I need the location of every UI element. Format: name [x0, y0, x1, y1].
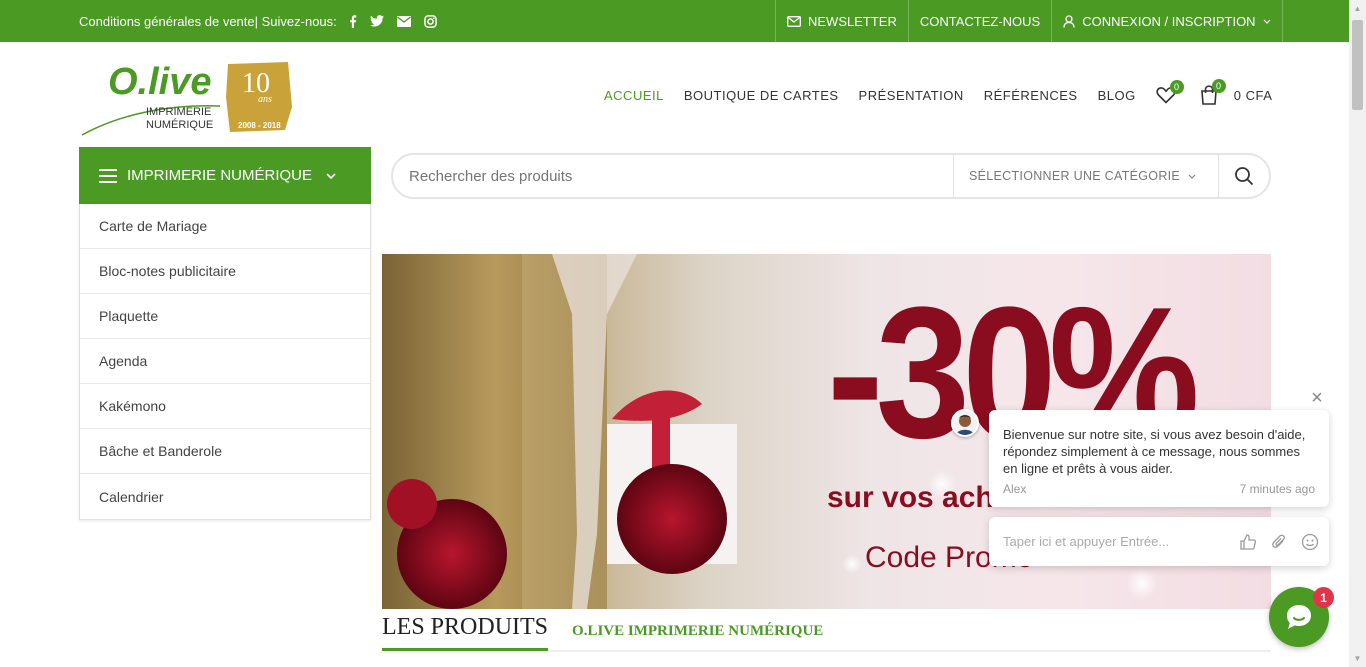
envelope-icon[interactable]	[396, 15, 411, 27]
site-logo[interactable]: O.live IMPRIMERIE NUMÉRIQUE 10 ans 2008 …	[80, 52, 295, 138]
wishlist-count-badge: 0	[1169, 80, 1184, 94]
social-links	[349, 14, 437, 28]
nav-blog[interactable]: BLOG	[1098, 88, 1136, 103]
chat-message-text: Bienvenue sur notre site, si vous avez b…	[1003, 427, 1306, 476]
olive-logo-icon: O.live IMPRIMERIE NUMÉRIQUE 10 ans 2008 …	[81, 61, 292, 136]
nav-references[interactable]: RÉFÉRENCES	[984, 88, 1078, 103]
contact-link[interactable]: CONTACTEZ-NOUS	[907, 0, 1051, 42]
chat-input-bar[interactable]: Taper ici et appuyer Entrée...	[989, 517, 1329, 566]
chat-agent-name: Alex	[1003, 482, 1027, 496]
envelope-outline-icon	[787, 15, 801, 27]
category-item[interactable]: Carte de Mariage	[80, 204, 370, 249]
chevron-down-icon	[326, 172, 336, 179]
chat-unread-badge: 1	[1313, 587, 1334, 608]
search-icon	[1235, 167, 1254, 186]
newsletter-label: NEWSLETTER	[808, 13, 897, 29]
facebook-icon[interactable]	[349, 14, 357, 28]
chat-agent-avatar	[951, 409, 979, 437]
category-item[interactable]: Bâche et Banderole	[80, 429, 370, 474]
tab-olive-imprimerie[interactable]: O.LIVE IMPRIMERIE NUMÉRIQUE	[572, 623, 823, 640]
scroll-down-arrow-icon[interactable]: ▼	[1349, 650, 1366, 667]
category-select[interactable]: SÉLECTIONNER UNE CATÉGORIE	[953, 155, 1218, 197]
cart-count-badge: 0	[1211, 79, 1226, 93]
hamburger-icon	[99, 168, 117, 183]
top-bar-right: NEWSLETTER CONTACTEZ-NOUS CONNEXION / IN…	[775, 0, 1283, 42]
search-bar: SÉLECTIONNER UNE CATÉGORIE	[391, 153, 1271, 199]
login-label: CONNEXION / INSCRIPTION	[1082, 13, 1256, 29]
category-select-label: SÉLECTIONNER UNE CATÉGORIE	[969, 169, 1181, 183]
top-bar: Conditions générales de vente| Suivez-no…	[0, 0, 1366, 42]
chat-bubble-icon	[1287, 605, 1311, 629]
tab-les-produits[interactable]: LES PRODUITS	[382, 611, 549, 651]
category-item[interactable]: Kakémono	[80, 384, 370, 429]
category-list: Carte de Mariage Bloc-notes publicitaire…	[79, 204, 371, 520]
page-scrollbar[interactable]: ▲ ▼	[1349, 0, 1366, 667]
category-item[interactable]: Agenda	[80, 339, 370, 384]
chat-input-placeholder[interactable]: Taper ici et appuyer Entrée...	[1003, 534, 1236, 549]
paperclip-icon[interactable]	[1267, 530, 1291, 554]
svg-text:IMPRIMERIE: IMPRIMERIE	[146, 106, 211, 118]
login-link[interactable]: CONNEXION / INSCRIPTION	[1051, 0, 1283, 42]
search-input[interactable]	[393, 155, 953, 197]
category-item[interactable]: Calendrier	[80, 474, 370, 519]
svg-text:2008 - 2018: 2008 - 2018	[238, 121, 281, 130]
newsletter-link[interactable]: NEWSLETTER	[775, 0, 908, 42]
svg-text:ans: ans	[258, 94, 272, 105]
chat-close-icon[interactable]: ×	[1308, 388, 1326, 408]
svg-text:O.live: O.live	[108, 61, 212, 103]
chat-message-meta: Alex 7 minutes ago	[1003, 482, 1315, 496]
cart-total[interactable]: 0 CFA	[1234, 88, 1273, 103]
contact-label: CONTACTEZ-NOUS	[919, 13, 1041, 29]
instagram-icon[interactable]	[423, 14, 437, 28]
chat-message-card[interactable]: Bienvenue sur notre site, si vous avez b…	[989, 410, 1329, 507]
category-item[interactable]: Plaquette	[80, 294, 370, 339]
search-button[interactable]	[1218, 155, 1269, 197]
twitter-icon[interactable]	[369, 15, 384, 27]
category-item[interactable]: Bloc-notes publicitaire	[80, 249, 370, 294]
cart-button[interactable]: 0	[1200, 79, 1226, 105]
nav-presentation[interactable]: PRÉSENTATION	[859, 88, 964, 103]
thumbs-up-icon[interactable]	[1236, 530, 1260, 554]
chat-message-time: 7 minutes ago	[1239, 482, 1315, 496]
svg-text:NUMÉRIQUE: NUMÉRIQUE	[146, 118, 213, 131]
category-menu-button[interactable]: IMPRIMERIE NUMÉRIQUE	[79, 147, 371, 204]
chevron-down-icon	[1188, 174, 1196, 179]
product-tabs: LES PRODUITS O.LIVE IMPRIMERIE NUMÉRIQUE	[382, 612, 1271, 652]
nav-boutique[interactable]: BOUTIQUE DE CARTES	[684, 88, 839, 103]
scroll-up-arrow-icon[interactable]: ▲	[1349, 0, 1366, 17]
category-menu-label: IMPRIMERIE NUMÉRIQUE	[127, 167, 313, 184]
top-bar-left: Conditions générales de vente| Suivez-no…	[79, 0, 437, 42]
wishlist-button[interactable]: 0	[1156, 80, 1184, 104]
user-icon	[1063, 14, 1075, 28]
scrollbar-thumb[interactable]	[1352, 20, 1363, 110]
banner-tagline: sur vos ach	[827, 481, 994, 514]
conditions-link[interactable]: Conditions générales de vente| Suivez-no…	[79, 14, 337, 29]
emoji-icon[interactable]	[1298, 530, 1322, 554]
nav-accueil[interactable]: ACCUEIL	[604, 88, 664, 103]
main-nav: ACCUEIL BOUTIQUE DE CARTES PRÉSENTATION …	[604, 79, 1273, 110]
chevron-down-icon	[1263, 19, 1271, 24]
